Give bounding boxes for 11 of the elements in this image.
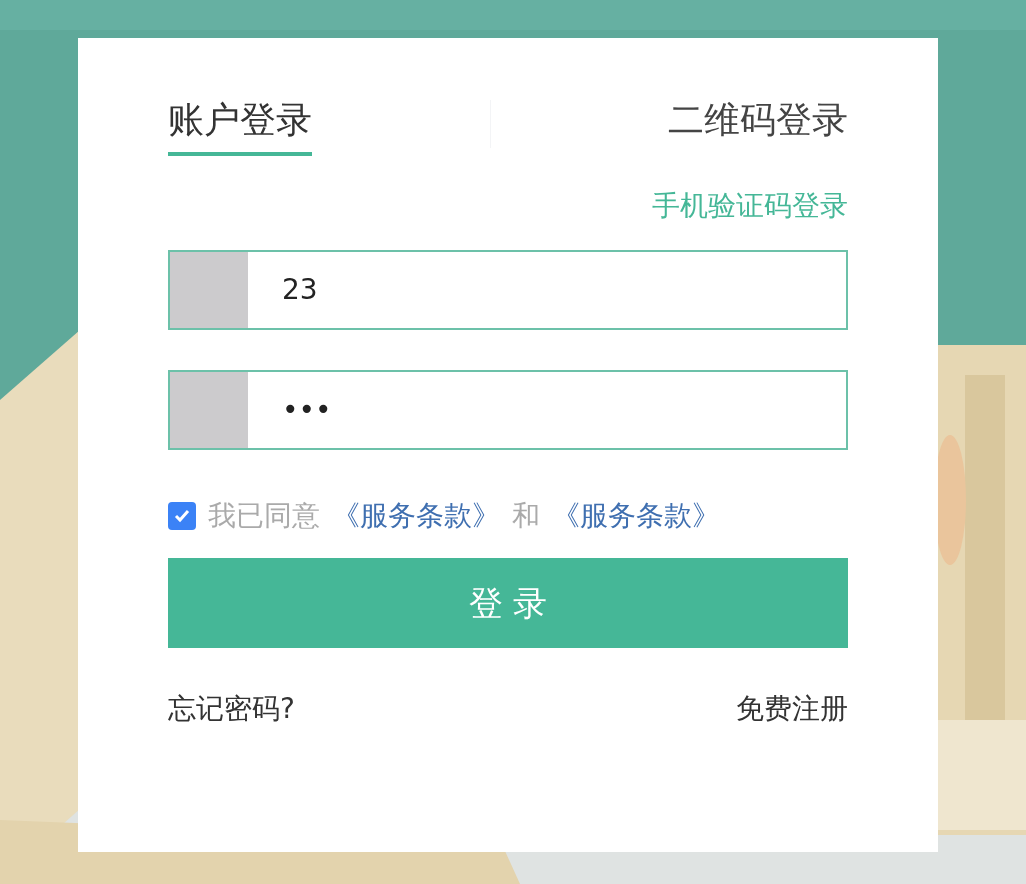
input-field[interactable]: •••	[168, 370, 848, 450]
agreement-text: 我已同意	[208, 498, 320, 534]
terms-link[interactable]: 《服务条款》	[552, 495, 720, 537]
agree-checkbox[interactable]	[168, 502, 196, 530]
register-link[interactable]: 免费注册	[736, 688, 848, 730]
terms-link[interactable]: 《服务条款》	[332, 495, 500, 537]
input-field[interactable]: 23	[168, 250, 848, 330]
forgot-password-link[interactable]: 忘记密码?	[168, 688, 295, 730]
login-tab[interactable]: 二维码登录	[668, 96, 848, 156]
login-tab[interactable]: 账户登录	[168, 96, 312, 156]
agreement-text: 和	[512, 498, 540, 534]
